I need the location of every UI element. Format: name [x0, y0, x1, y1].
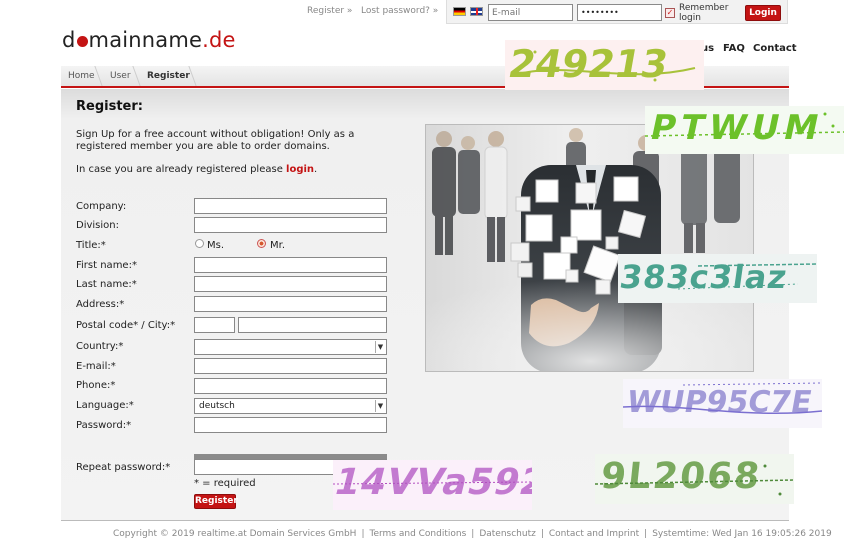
title-mr-radio[interactable]	[257, 239, 266, 248]
already-prefix: In case you are already registered pleas…	[76, 164, 287, 175]
email-field[interactable]	[194, 358, 387, 374]
language-select-value: deutsch	[199, 401, 235, 411]
captcha-image-3: 383c3laz	[618, 254, 817, 303]
chevron-down-icon: ▼	[375, 341, 385, 353]
password-label: Password:*	[76, 420, 132, 431]
title-ms-label: Ms.	[207, 240, 225, 251]
footer-separator: |	[471, 529, 475, 539]
nav-item-faq[interactable]: FAQ	[723, 43, 745, 54]
captcha-noise	[645, 112, 844, 137]
postal-code-field[interactable]	[194, 317, 235, 333]
address-field[interactable]	[194, 296, 387, 312]
lost-password-link[interactable]: Lost password? »	[361, 6, 438, 16]
captcha-image-2: PTWUM	[645, 106, 844, 154]
company-label: Company:	[76, 201, 127, 212]
repeat-password-label: Repeat password:*	[76, 462, 171, 473]
address-label: Address:*	[76, 299, 125, 310]
company-field[interactable]	[194, 198, 387, 214]
uk-flag-icon[interactable]	[470, 7, 483, 16]
language-label: Language:*	[76, 400, 134, 411]
email-label: E-mail:*	[76, 361, 116, 372]
captcha-image-6: 9L2068	[595, 454, 794, 504]
captcha-noise	[677, 263, 817, 290]
language-select[interactable]: deutsch ▼	[194, 398, 387, 414]
last-name-field[interactable]	[194, 276, 387, 292]
captcha-image-4: WUP95C7E	[623, 379, 822, 428]
login-password-input[interactable]: ••••••••	[577, 4, 662, 21]
password-field[interactable]	[194, 417, 387, 433]
remember-label: Remember login	[679, 3, 729, 23]
logo-text-start: d	[62, 28, 76, 52]
login-link[interactable]: login	[286, 164, 314, 175]
postal-city-label: Postal code* / City:*	[76, 320, 176, 331]
logo-tld: .de	[202, 28, 236, 52]
register-button[interactable]: Register	[194, 494, 238, 509]
city-field[interactable]	[238, 317, 387, 333]
title-ms-radio[interactable]	[195, 239, 204, 248]
phone-label: Phone:*	[76, 380, 116, 391]
division-field[interactable]	[194, 217, 387, 233]
captcha-image-5: 14VVa592	[333, 460, 532, 510]
register-top-link[interactable]: Register »	[307, 6, 352, 16]
country-label: Country:*	[76, 341, 124, 352]
footer: Copyright © 2019 realtime.at Domain Serv…	[113, 529, 832, 539]
footer-privacy-link[interactable]: Datenschutz	[479, 529, 536, 539]
captcha-noise	[595, 464, 794, 496]
captcha-text-1: 249213	[505, 42, 672, 86]
footer-separator: |	[644, 529, 648, 539]
footer-imprint-link[interactable]: Contact and Imprint	[549, 529, 639, 539]
footer-copyright: Copyright © 2019 realtime.at Domain Serv…	[113, 529, 357, 539]
footer-systemtime: Systemtime: Wed Jan 16 19:05:26 2019	[652, 529, 832, 539]
logo-dot-icon	[76, 36, 88, 47]
footer-separator: |	[361, 529, 365, 539]
title-mr-label: Mr.	[270, 240, 285, 251]
chevron-down-icon: ▼	[375, 400, 385, 412]
required-note: * = required	[194, 478, 256, 489]
logo[interactable]: d mainname.de	[62, 28, 236, 52]
login-email-input[interactable]	[488, 4, 573, 21]
country-select[interactable]: ▼	[194, 339, 387, 355]
already-suffix: .	[314, 164, 318, 175]
business-people-image	[426, 128, 753, 371]
division-label: Division:	[76, 220, 119, 231]
login-button[interactable]: Login	[745, 5, 781, 21]
german-flag-icon[interactable]	[453, 7, 466, 16]
intro-text: Sign Up for a free account without oblig…	[76, 129, 355, 152]
login-bar: •••••••• ✓ Remember login Login	[446, 0, 788, 24]
last-name-label: Last name:*	[76, 279, 137, 290]
captcha-noise	[333, 481, 532, 485]
business-illustration-image	[425, 124, 754, 372]
captcha-noise	[623, 382, 822, 415]
already-registered-text: In case you are already registered pleas…	[76, 164, 386, 176]
remember-checkbox[interactable]: ✓	[665, 8, 675, 18]
phone-field[interactable]	[194, 378, 387, 394]
title-label: Title:*	[76, 240, 106, 251]
nav-item-contact[interactable]: Contact	[753, 43, 797, 54]
captcha-image-1: 249213	[505, 40, 704, 90]
footer-terms-link[interactable]: Terms and Conditions	[369, 529, 466, 539]
first-name-label: First name:*	[76, 260, 137, 271]
first-name-field[interactable]	[194, 257, 387, 273]
page-title: Register:	[76, 99, 143, 114]
logo-text-main: mainname	[88, 28, 203, 52]
footer-separator: |	[540, 529, 544, 539]
